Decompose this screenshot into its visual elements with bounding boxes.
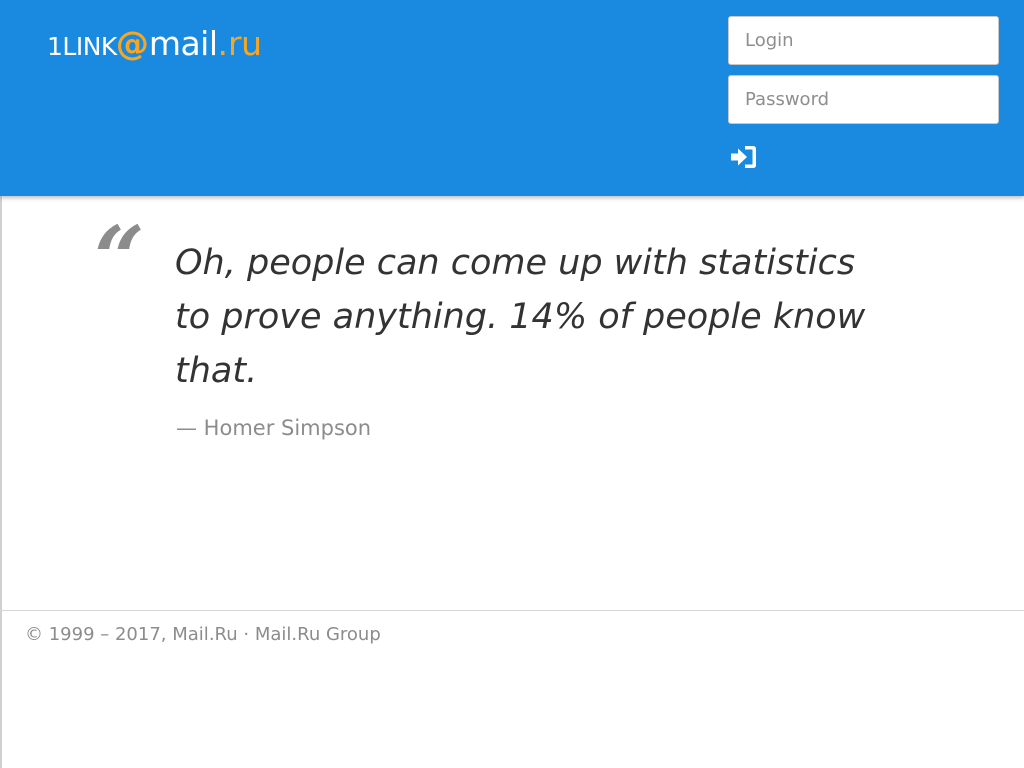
logo-dot: .	[217, 24, 229, 63]
password-input[interactable]	[728, 75, 999, 124]
header: 1LINK @ mail. ru	[0, 0, 1024, 196]
quote-text: Oh, people can come up with statistics t…	[175, 243, 866, 391]
footer-link-mailru[interactable]: Mail.Ru	[172, 624, 237, 645]
footer-copyright: © 1999 – 2017,	[25, 624, 167, 645]
sign-in-icon	[731, 146, 756, 168]
sign-in-button[interactable]	[724, 140, 762, 174]
footer: © 1999 – 2017, Mail.Ru · Mail.Ru Group	[25, 624, 381, 645]
logo-prefix: 1LINK	[47, 32, 117, 61]
footer-link-group[interactable]: Mail.Ru Group	[255, 624, 381, 645]
footer-separator: ·	[243, 624, 250, 645]
logo-at: @	[115, 24, 149, 63]
logo-ru: ru	[228, 24, 262, 63]
page: 1LINK@mail.ru “ Oh, people can come up w…	[0, 0, 1024, 768]
logo-mail: mail	[148, 24, 218, 63]
login-input[interactable]	[728, 16, 999, 65]
quote-author: — Homer Simpson	[176, 416, 372, 440]
logo[interactable]: 1LINK @ mail. ru	[47, 22, 262, 66]
footer-divider	[0, 610, 1024, 611]
quote-mark-icon: “	[94, 206, 145, 310]
